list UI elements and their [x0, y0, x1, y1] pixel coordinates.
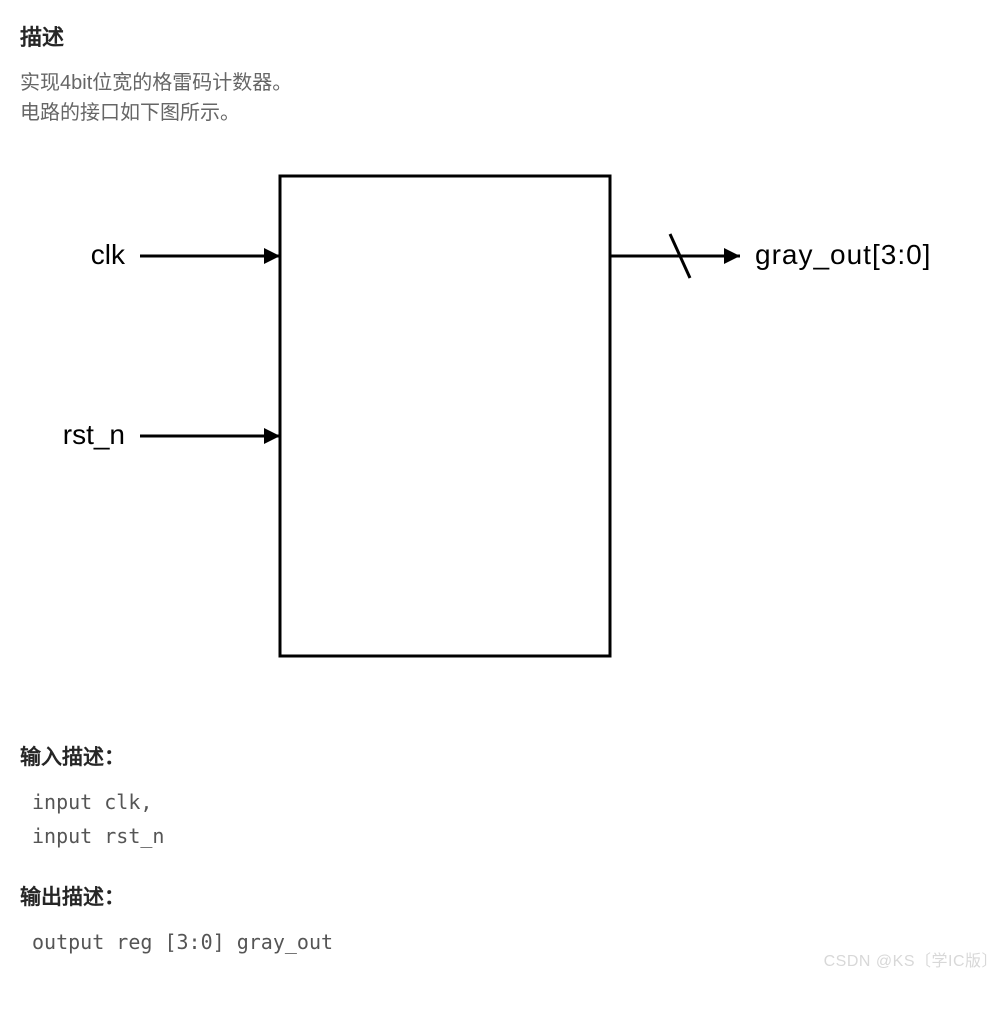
block-diagram-svg: clk rst_n gray_out[3:0]: [20, 156, 988, 676]
output-code-block: output reg [3:0] gray_out: [20, 925, 988, 959]
output-code-line-1: output reg [3:0] gray_out: [32, 925, 988, 959]
clk-label: clk: [91, 239, 126, 270]
input-code-line-2: input rst_n: [32, 819, 988, 853]
rstn-label: rst_n: [63, 419, 125, 450]
rstn-arrowhead-icon: [264, 428, 280, 444]
block-diagram: clk rst_n gray_out[3:0]: [20, 156, 988, 681]
section-heading-output: 输出描述：: [20, 881, 988, 911]
description-text: 实现4bit位宽的格雷码计数器。 电路的接口如下图所示。: [20, 68, 988, 128]
description-line-2: 电路的接口如下图所示。: [20, 102, 240, 124]
section-heading-description: 描述: [20, 20, 988, 52]
clk-arrowhead-icon: [264, 248, 280, 264]
input-code-line-1: input clk,: [32, 785, 988, 819]
module-box: [280, 176, 610, 656]
input-code-block: input clk, input rst_n: [20, 785, 988, 853]
section-heading-input: 输入描述：: [20, 741, 988, 771]
output-arrowhead-icon: [724, 248, 740, 264]
description-line-1: 实现4bit位宽的格雷码计数器。: [20, 72, 292, 94]
output-label: gray_out[3:0]: [755, 239, 931, 270]
